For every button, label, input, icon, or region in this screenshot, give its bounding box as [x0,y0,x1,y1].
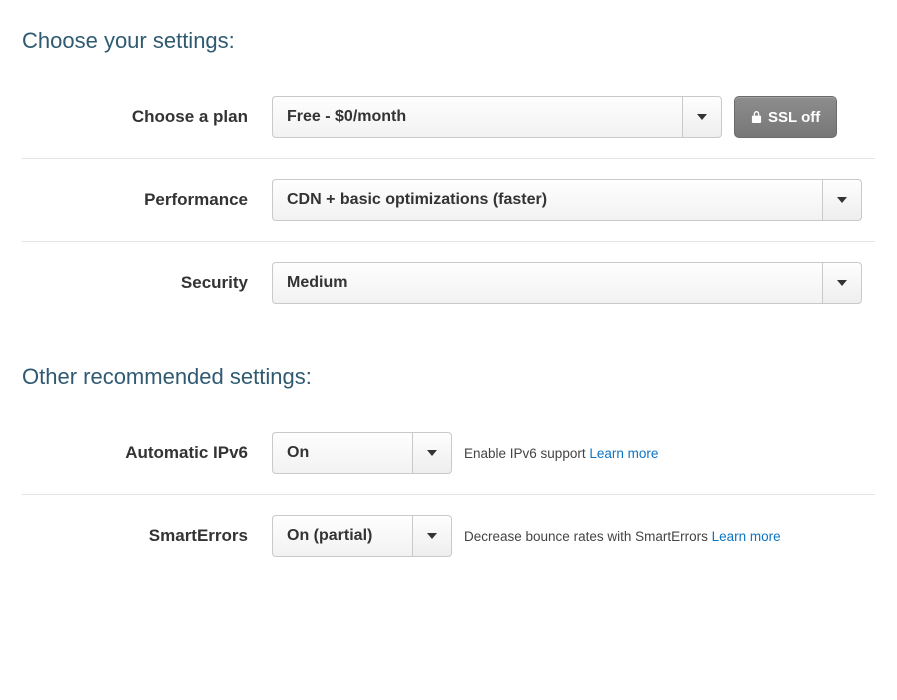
performance-select[interactable]: CDN + basic optimizations (faster) [272,179,862,221]
ssl-off-button[interactable]: SSL off [734,96,837,138]
security-select-value: Medium [272,262,822,304]
row-choose-plan: Choose a plan Free - $0/month SSL off [22,76,875,159]
security-label: Security [22,273,272,293]
row-security: Security Medium [22,242,875,324]
ipv6-select[interactable]: On [272,432,452,474]
ipv6-hint-text: Enable IPv6 support [464,446,589,461]
smarterrors-hint: Decrease bounce rates with SmartErrors L… [464,529,781,544]
smarterrors-hint-text: Decrease bounce rates with SmartErrors [464,529,712,544]
plan-label: Choose a plan [22,107,272,127]
chevron-down-icon [427,533,437,539]
row-smarterrors: SmartErrors On (partial) Decrease bounce… [22,495,875,577]
performance-select-caret [822,179,862,221]
plan-select-caret [682,96,722,138]
smarterrors-label: SmartErrors [22,526,272,546]
performance-label: Performance [22,190,272,210]
row-performance: Performance CDN + basic optimizations (f… [22,159,875,242]
plan-select[interactable]: Free - $0/month [272,96,722,138]
plan-select-value: Free - $0/month [272,96,682,138]
ipv6-label: Automatic IPv6 [22,443,272,463]
row-ipv6: Automatic IPv6 On Enable IPv6 support Le… [22,412,875,495]
ssl-button-label: SSL off [768,109,820,126]
lock-icon [751,110,762,124]
ipv6-select-caret [412,432,452,474]
security-select-caret [822,262,862,304]
ipv6-hint: Enable IPv6 support Learn more [464,446,658,461]
ipv6-learn-more-link[interactable]: Learn more [589,446,658,461]
chevron-down-icon [837,197,847,203]
performance-select-value: CDN + basic optimizations (faster) [272,179,822,221]
chevron-down-icon [837,280,847,286]
smarterrors-select-value: On (partial) [272,515,412,557]
smarterrors-select[interactable]: On (partial) [272,515,452,557]
security-select[interactable]: Medium [272,262,862,304]
smarterrors-learn-more-link[interactable]: Learn more [712,529,781,544]
ipv6-select-value: On [272,432,412,474]
other-settings-heading: Other recommended settings: [22,364,875,390]
chevron-down-icon [697,114,707,120]
settings-heading: Choose your settings: [22,28,875,54]
chevron-down-icon [427,450,437,456]
smarterrors-select-caret [412,515,452,557]
